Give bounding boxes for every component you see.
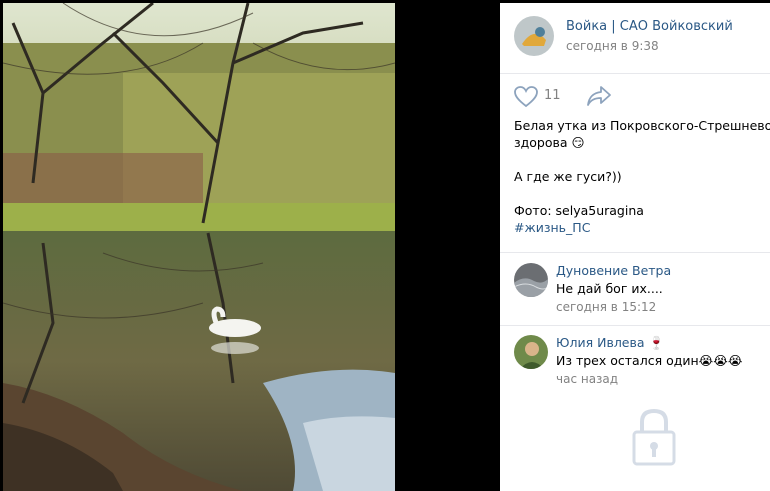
post-time[interactable]: сегодня в 9:38	[566, 39, 659, 53]
post-photo[interactable]	[3, 3, 395, 491]
share-icon	[586, 86, 612, 111]
share-button[interactable]	[586, 85, 614, 109]
comment-item: Дуновение Ветра Не дай бог их.... сегодн…	[514, 263, 770, 323]
comment-time[interactable]: час назад	[556, 372, 618, 386]
divider	[500, 325, 770, 326]
post-text-line: Фото: selya5uragina	[514, 203, 644, 218]
avatar[interactable]	[514, 335, 548, 369]
comment-author[interactable]: Юлия Ивлева 🍷	[556, 335, 664, 351]
photo-viewer	[0, 0, 500, 491]
post-text: Белая утка из Покровского-Стрешнево жи з…	[514, 117, 770, 236]
avatar[interactable]	[514, 263, 548, 297]
post-sidebar: Войка | САО Войковский сегодня в 9:38 11…	[500, 3, 770, 491]
post-text-line: А где же гуси?))	[514, 169, 622, 184]
comment-author[interactable]: Дуновение Ветра	[556, 263, 671, 278]
lock-icon	[630, 408, 678, 468]
hashtag-link[interactable]: #жизнь_ПС	[514, 219, 770, 236]
post-author-name[interactable]: Войка | САО Войковский	[566, 19, 733, 34]
divider	[500, 73, 770, 74]
post-text-line: Белая утка из Покровского-Стрешнево жи	[514, 118, 770, 133]
divider	[500, 252, 770, 253]
comment-time[interactable]: сегодня в 15:12	[556, 300, 656, 314]
avatar[interactable]	[514, 16, 554, 56]
like-count: 11	[544, 88, 561, 103]
heart-icon	[514, 86, 538, 112]
comment-text: Не дай бог их....	[556, 281, 663, 296]
like-button[interactable]: 11	[514, 85, 568, 109]
post-text-line: здорова 😏	[514, 135, 585, 150]
comment-item: Юлия Ивлева 🍷 Из трех остался один😭😭😭 ча…	[514, 335, 770, 395]
comment-text: Из трех остался один😭😭😭	[556, 353, 743, 368]
